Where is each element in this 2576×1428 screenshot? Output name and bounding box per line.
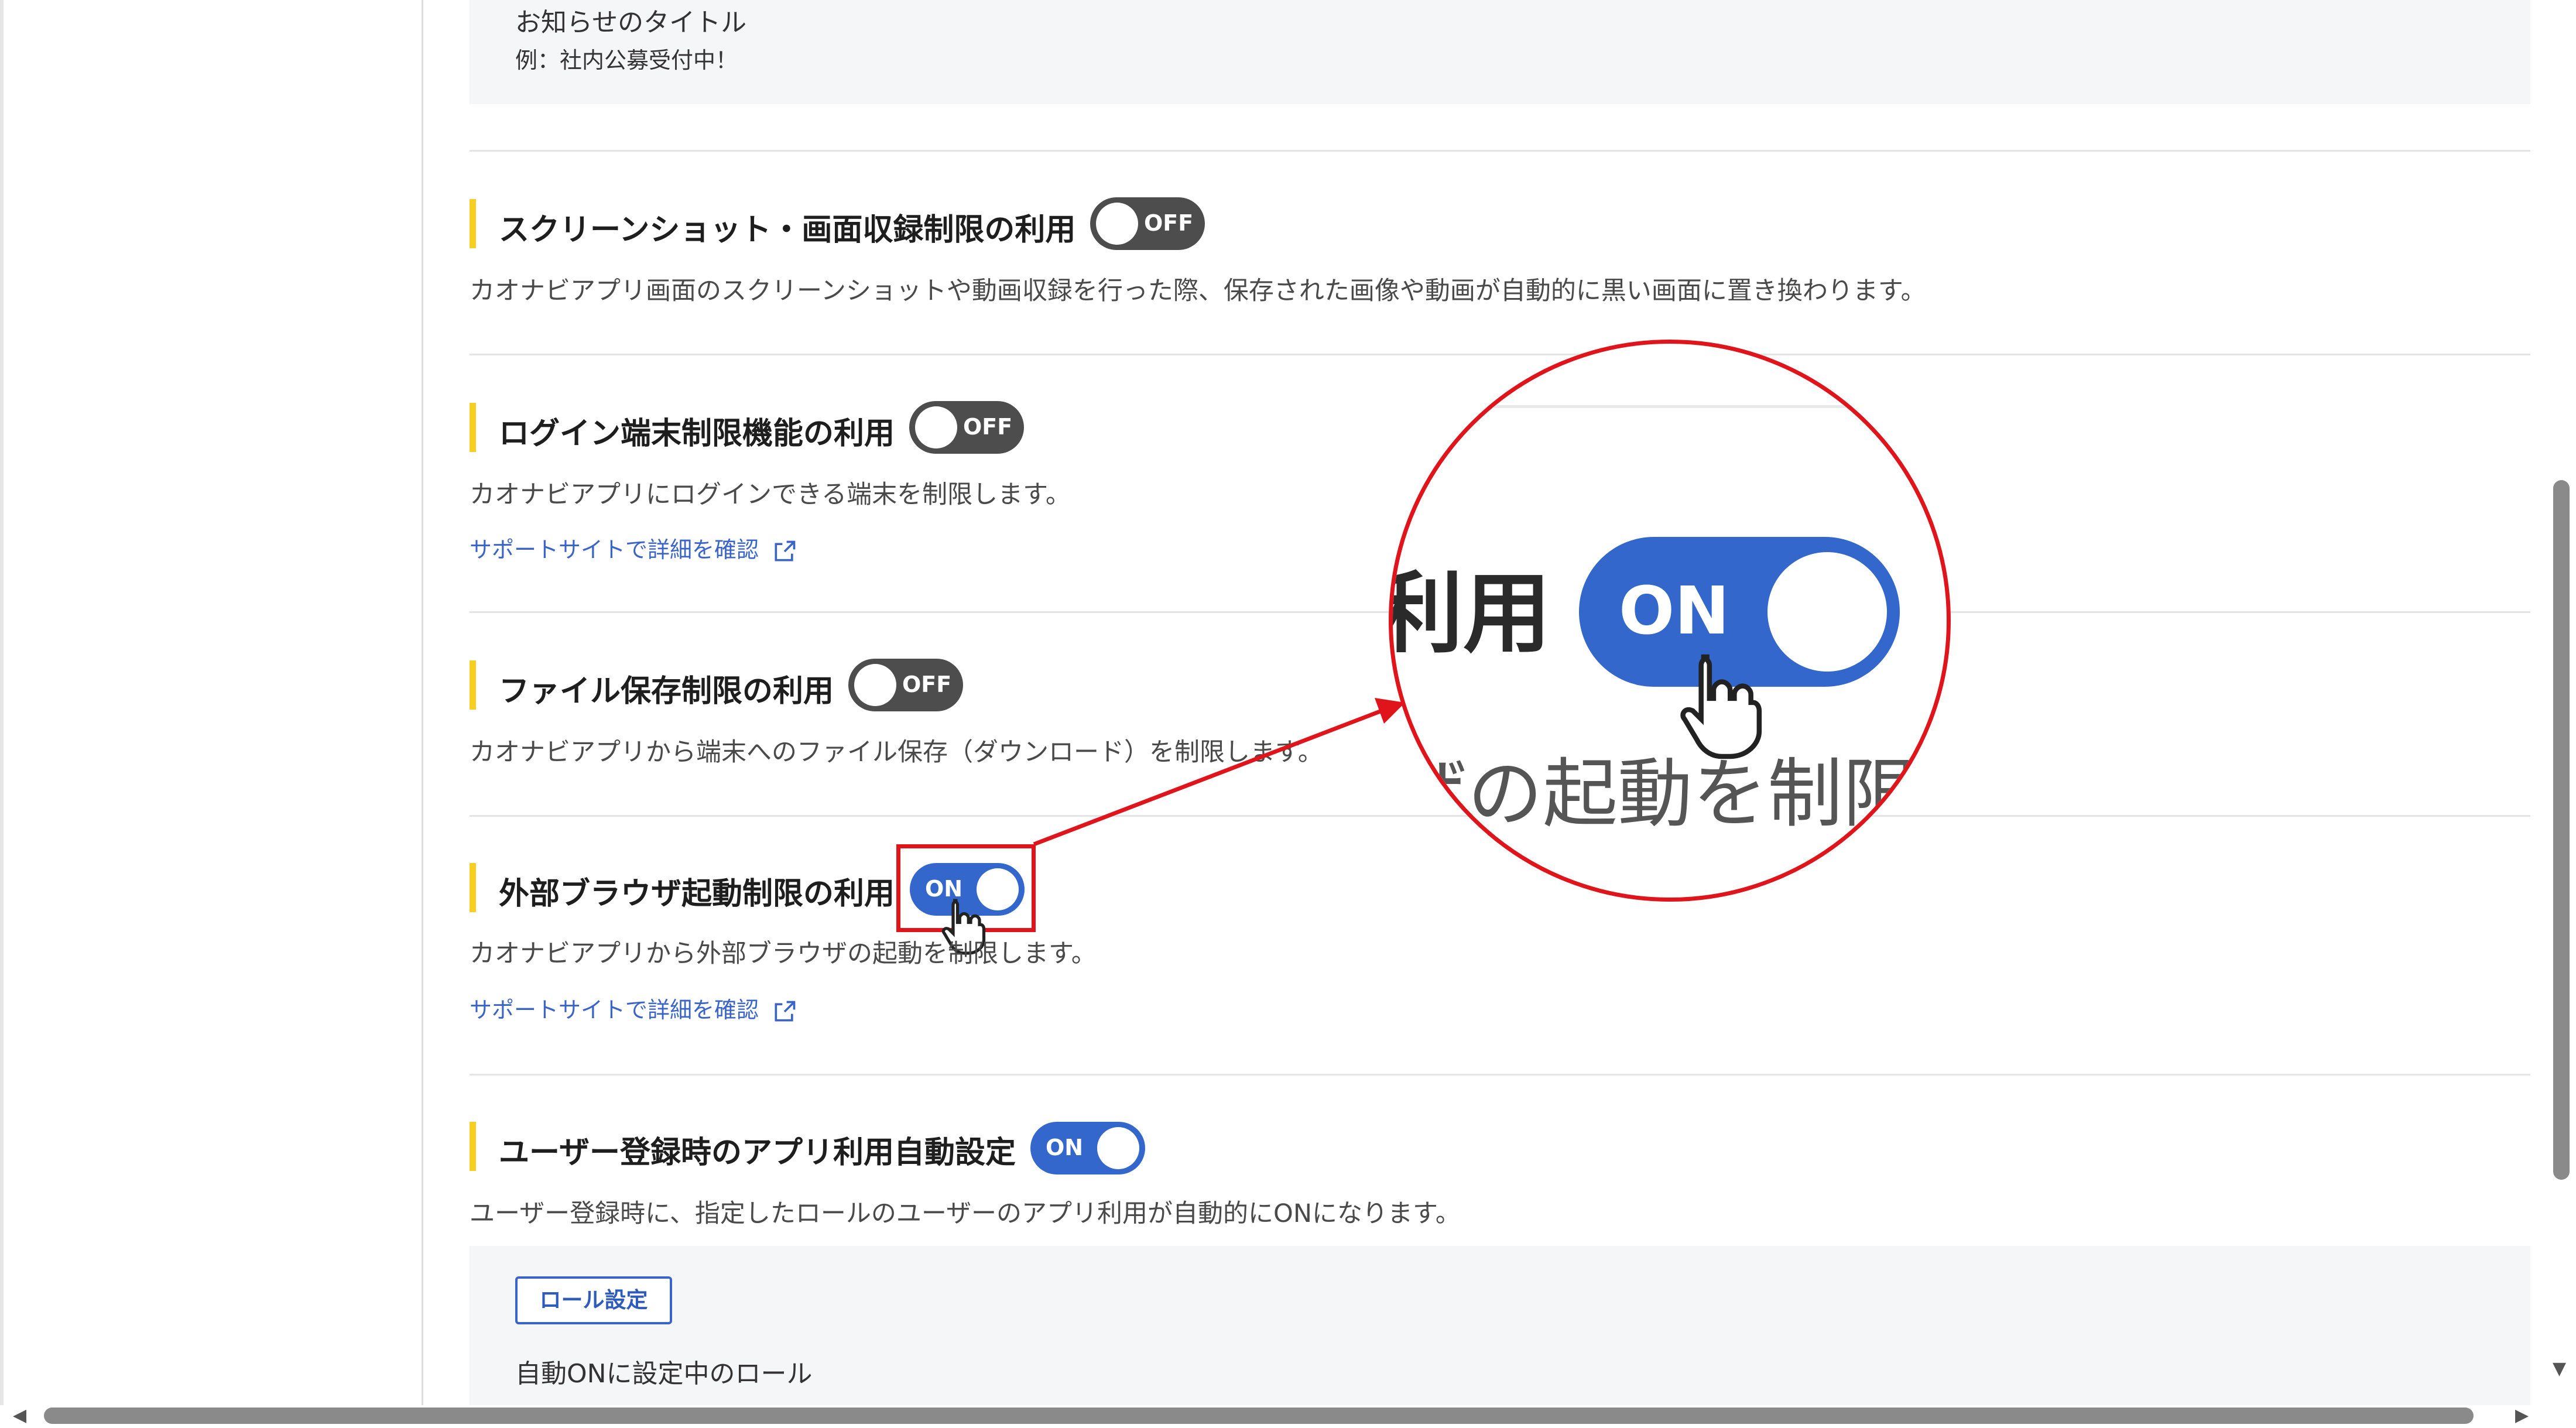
toggle-label: OFF [902,672,952,697]
setting-title-external-browser: 外部ブラウザ起動制限の利用 [499,876,895,912]
magnified-toggle-label: ON [1619,573,1729,649]
magnified-toggle-callout: 利用 ON ザの起動を制限 [1389,340,1951,902]
toggle-label: OFF [963,414,1013,440]
toggle-knob [1097,1127,1139,1169]
role-settings-button-label: ロール設定 [539,1287,648,1313]
toggle-knob [854,664,896,706]
setting-description: カオナビアプリ画面のスクリーンショットや動画収録を行った際、保存された画像や動画… [470,276,1926,306]
support-link-text[interactable]: サポートサイトで詳細を確認 [470,537,759,563]
notice-preview-box [470,0,2530,104]
magnified-description-text: ザの起動を制限 [1393,751,1918,838]
setting-description: カオナビアプリから外部ブラウザの起動を制限します。 [470,939,1097,968]
setting-description: ユーザー登録時に、指定したロールのユーザーのアプリ利用が自動的にONになります。 [470,1199,1461,1228]
file-save-restriction-toggle[interactable]: OFF [848,659,963,711]
divider [470,1074,2530,1076]
toggle-knob [1096,203,1138,245]
support-site-link[interactable]: サポートサイトで詳細を確認 [470,992,797,1025]
horizontal-scrollbar-thumb[interactable] [44,1408,2474,1424]
magnified-divider [1492,405,1914,408]
toggle-knob [915,406,957,448]
scroll-arrow-right[interactable]: ▶ [2515,1405,2529,1426]
heading-marker [470,199,476,248]
screenshot-restriction-toggle[interactable]: OFF [1090,197,1205,250]
setting-title-file-save: ファイル保存制限の利用 [499,674,834,709]
auto-on-roles-label: 自動ONに設定中のロール [515,1359,813,1389]
divider [470,150,2530,152]
setting-title-screenshot: スクリーンショット・画面収録制限の利用 [499,213,1076,248]
role-settings-button[interactable]: ロール設定 [515,1276,672,1324]
window-edge [0,0,4,1405]
notice-example: 例：社内公募受付中！ [515,47,738,73]
scroll-arrow-left[interactable]: ◀ [13,1405,26,1426]
external-link-icon [775,1001,796,1021]
toggle-label: ON [1046,1135,1084,1160]
heading-marker [470,403,476,452]
auto-app-usage-toggle[interactable]: ON [1030,1122,1145,1174]
scroll-arrow-down[interactable]: ▼ [2553,1358,2566,1379]
heading-marker [470,1122,476,1171]
support-link-text[interactable]: サポートサイトで詳細を確認 [470,997,759,1023]
setting-title-login-device: ログイン端末制限機能の利用 [499,416,895,451]
login-device-restriction-toggle[interactable]: OFF [909,401,1024,454]
left-sidebar [0,0,423,1405]
vertical-scrollbar-thumb[interactable] [2553,480,2570,1180]
magnified-heading-text: 利用 [1389,563,1551,665]
annotation-arrow [1033,698,1405,847]
magnified-toggle-knob [1767,552,1887,672]
notice-title: お知らせのタイトル [515,8,747,37]
heading-marker [470,660,476,710]
external-link-icon [775,540,796,561]
support-site-link[interactable]: サポートサイトで詳細を確認 [470,532,797,564]
setting-description: カオナビアプリにログインできる端末を制限します。 [470,480,1071,509]
setting-title-auto-app-usage: ユーザー登録時のアプリ利用自動設定 [499,1135,1016,1170]
heading-marker [470,863,476,912]
toggle-label: OFF [1144,210,1194,236]
divider [470,354,2530,355]
